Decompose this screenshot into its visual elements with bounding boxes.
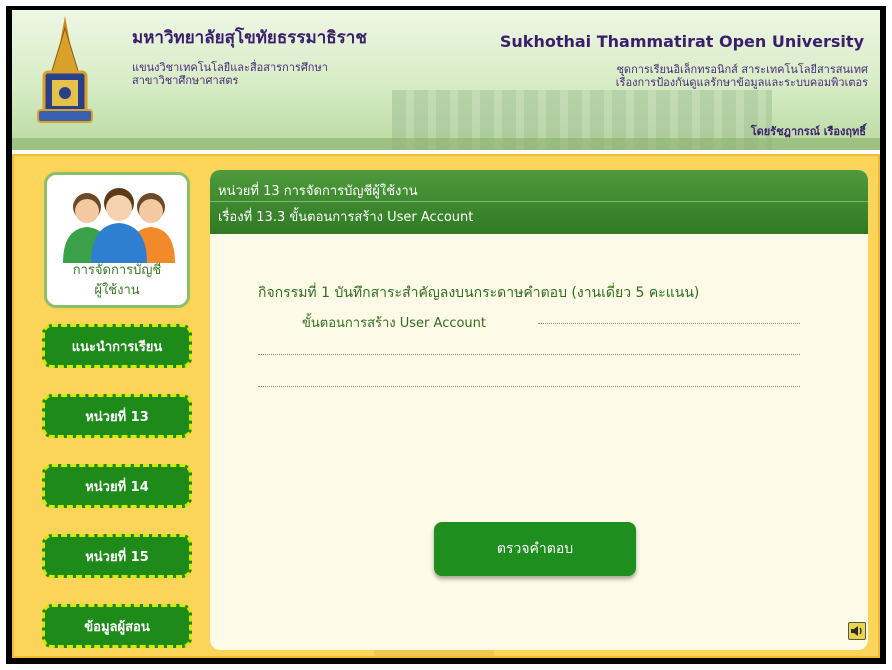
speaker-glyph bbox=[851, 626, 862, 636]
author-credit: โดยรัชฎากรณ์ เรืองฤทธิ์ bbox=[750, 125, 866, 138]
profile-label-line-1: การจัดการบัญชี bbox=[72, 263, 162, 278]
steps-prompt: ขั้นตอนการสร้าง User Account bbox=[302, 316, 487, 331]
topic-title: เรื่องที่ 13.3 ขั้นตอนการสร้าง User Acco… bbox=[218, 210, 474, 225]
header-banner: มหาวิทยาลัยสุโขทัยธรรมาธิราช แขนงวิชาเทค… bbox=[12, 10, 880, 150]
school-subtitle: สาขาวิชาศึกษาศาสตร bbox=[132, 74, 239, 87]
answer-line-1 bbox=[538, 323, 800, 324]
university-title-thai: มหาวิทยาลัยสุโขทัยธรรมาธิราช bbox=[132, 28, 367, 48]
check-answer-button[interactable]: ตรวจคำตอบ bbox=[434, 522, 636, 576]
university-emblem-icon bbox=[37, 16, 93, 123]
course-title-line-2: เรื่องการป้องกันดูแลรักษาข้อมูลและระบบคอ… bbox=[615, 76, 868, 89]
profile-label-line-2: ผู้ใช้งาน bbox=[94, 283, 140, 298]
content-panel: หน่วยที่ 13 การจัดการบัญชีผู้ใช้งาน เรื่… bbox=[210, 170, 868, 650]
content-header: หน่วยที่ 13 การจัดการบัญชีผู้ใช้งาน เรื่… bbox=[210, 170, 868, 234]
nav-unit-13-button[interactable]: หน่วยที่ 13 bbox=[42, 394, 192, 438]
nav-intro-button[interactable]: แนะนำการเรียน bbox=[42, 324, 192, 368]
speaker-icon[interactable] bbox=[848, 622, 866, 640]
nav-unit-15-button[interactable]: หน่วยที่ 15 bbox=[42, 534, 192, 578]
activity-instruction: กิจกรรมที่ 1 บันทึกสาระสำคัญลงบนกระดาษคำ… bbox=[258, 285, 700, 301]
account-management-label: การจัดการบัญชี ผู้ใช้งาน bbox=[47, 261, 187, 301]
unit-title: หน่วยที่ 13 การจัดการบัญชีผู้ใช้งาน bbox=[218, 184, 418, 199]
account-management-card[interactable]: การจัดการบัญชี ผู้ใช้งาน bbox=[44, 172, 190, 308]
nav-instructor-button[interactable]: ข้อมูลผู้สอน bbox=[42, 604, 192, 648]
answer-line-3 bbox=[258, 386, 800, 387]
answer-line-2 bbox=[258, 354, 800, 355]
nav-unit-14-button[interactable]: หน่วยที่ 14 bbox=[42, 464, 192, 508]
university-title-english: Sukhothai Thammatirat Open University bbox=[499, 32, 864, 51]
header-divider bbox=[210, 201, 868, 202]
users-group-icon bbox=[63, 188, 175, 263]
main-stage: การจัดการบัญชี ผู้ใช้งาน แนะนำการเรียน ห… bbox=[12, 154, 880, 658]
